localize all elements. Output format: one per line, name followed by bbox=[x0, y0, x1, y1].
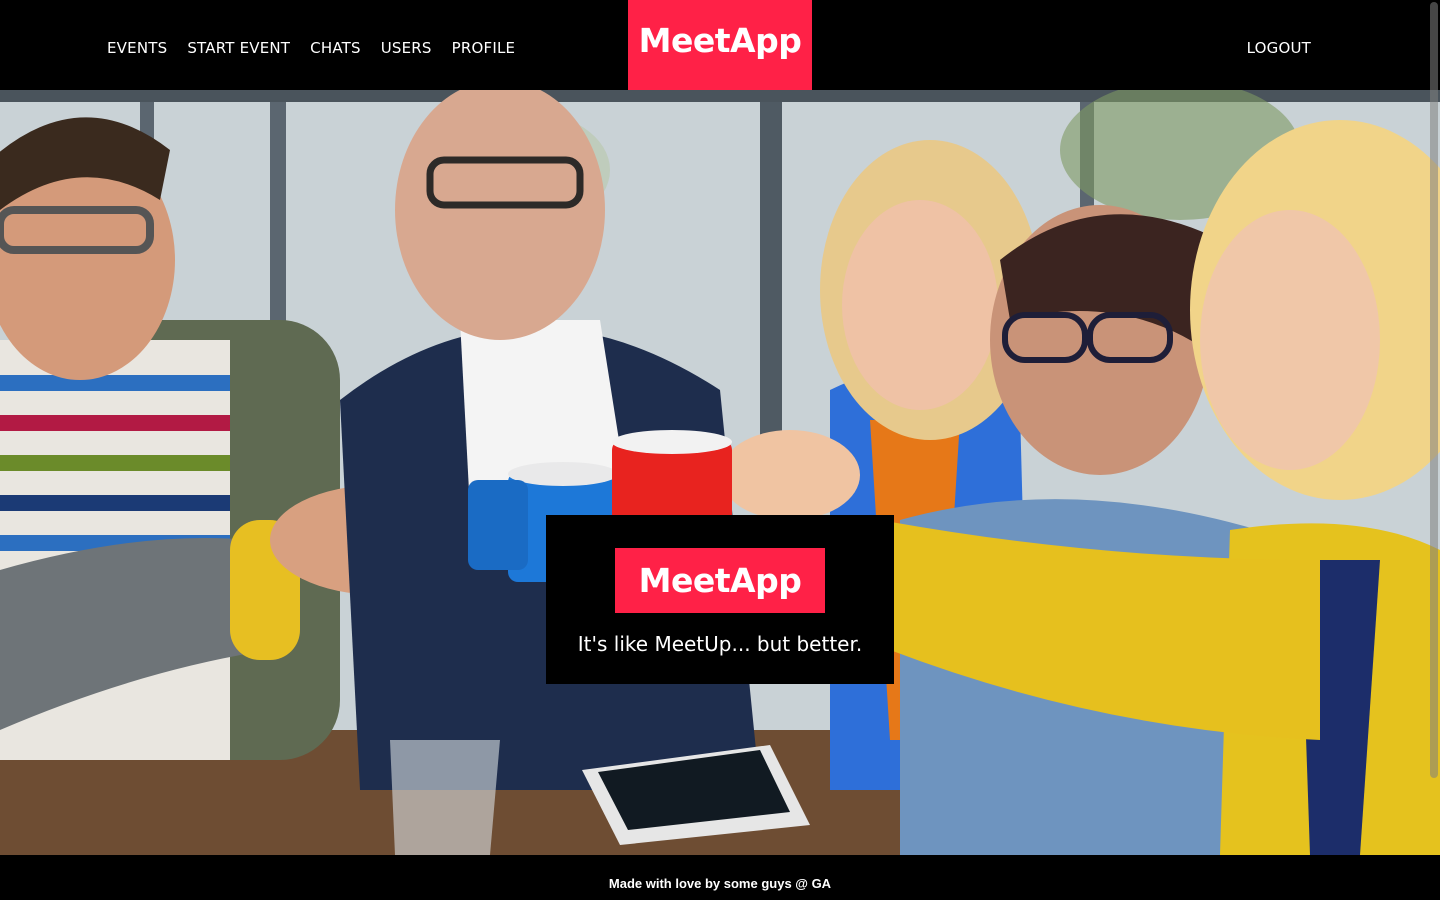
footer: Made with love by some guys @ GA bbox=[0, 855, 1440, 900]
nav-link-chats[interactable]: CHATS bbox=[310, 38, 361, 58]
nav-link-start-event[interactable]: START EVENT bbox=[187, 38, 290, 58]
top-navbar: EVENTS START EVENT CHATS USERS PROFILE M… bbox=[0, 0, 1440, 90]
hero-tagline: It's like MeetUp... but better. bbox=[577, 632, 863, 656]
nav-link-users[interactable]: USERS bbox=[381, 38, 432, 58]
logout-link[interactable]: LOGOUT bbox=[1247, 39, 1311, 57]
nav-link-events[interactable]: EVENTS bbox=[107, 38, 167, 58]
hero-logo: MeetApp bbox=[615, 548, 825, 613]
vertical-scrollbar[interactable] bbox=[1430, 2, 1438, 778]
hero-background-photo bbox=[0, 90, 1440, 855]
brand-logo[interactable]: MeetApp bbox=[628, 0, 812, 90]
nav-links: EVENTS START EVENT CHATS USERS PROFILE bbox=[107, 38, 515, 58]
brand-logo-text: MeetApp bbox=[638, 20, 802, 60]
hero-banner: MeetApp It's like MeetUp... but better. bbox=[0, 90, 1440, 855]
nav-link-profile[interactable]: PROFILE bbox=[452, 38, 516, 58]
footer-text: Made with love by some guys @ GA bbox=[608, 876, 832, 891]
hero-card: MeetApp It's like MeetUp... but better. bbox=[546, 515, 894, 684]
